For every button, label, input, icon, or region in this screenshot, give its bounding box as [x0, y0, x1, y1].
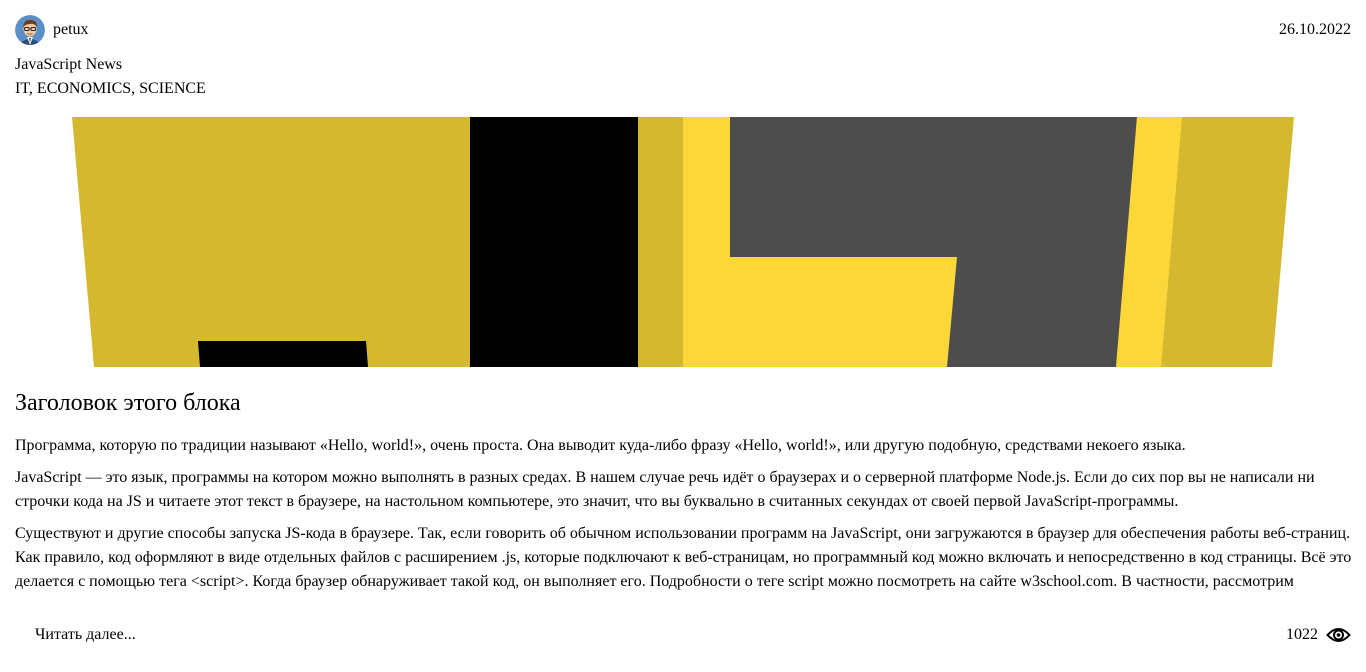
blog-post-card: petux 26.10.2022 JavaScript News IT, ECO…: [0, 0, 1366, 672]
block-title: Заголовок этого блока: [15, 390, 241, 416]
avatar[interactable]: [15, 15, 45, 45]
article-paragraph: JavaScript — это язык, программы на кото…: [15, 469, 1315, 510]
post-date: 26.10.2022: [1279, 21, 1351, 38]
views-counter: 1022: [1286, 625, 1351, 645]
blog-name[interactable]: JavaScript News: [15, 55, 122, 75]
views-count: 1022: [1286, 626, 1318, 643]
article-paragraph: Существуют и другие способы запуска JS-к…: [15, 525, 1352, 590]
eye-icon: [1326, 628, 1351, 642]
javascript-logo-banner: [72, 117, 1294, 367]
post-header: petux 26.10.2022: [15, 15, 1351, 45]
blog-tags: IT, ECONOMICS, SCIENCE: [15, 80, 206, 97]
author[interactable]: petux: [15, 15, 89, 45]
avatar-cartoon-man-icon: [15, 15, 45, 45]
post-footer: Читать далее... 1022: [35, 622, 1351, 648]
article-body: Программа, которую по традиции называют …: [15, 434, 1355, 594]
post-image: [72, 117, 1294, 367]
read-more-link[interactable]: Читать далее...: [35, 626, 136, 644]
article-paragraph: Программа, которую по традиции называют …: [15, 437, 1186, 454]
author-name[interactable]: petux: [53, 21, 89, 39]
